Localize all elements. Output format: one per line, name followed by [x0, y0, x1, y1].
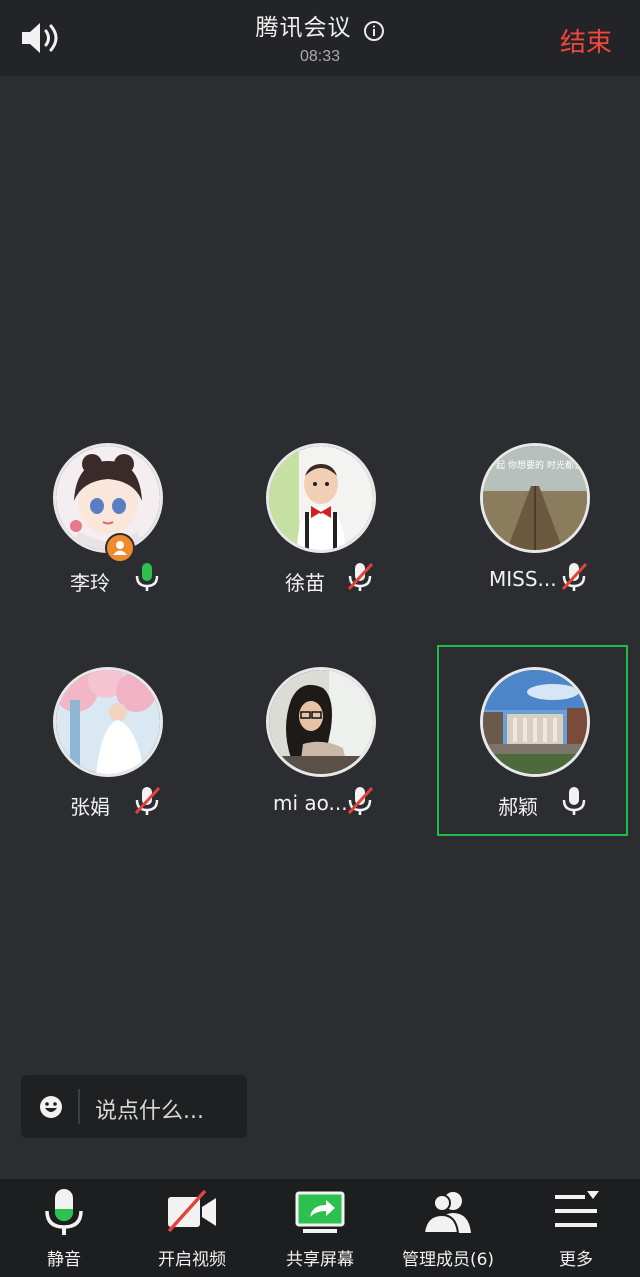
participant-name: mi ao... — [273, 791, 348, 815]
chat-placeholder: 说点什么... — [95, 1099, 204, 1124]
mic-muted-icon — [133, 785, 161, 817]
info-icon[interactable] — [363, 20, 385, 42]
mic-on-icon — [560, 785, 588, 817]
share-screen-label: 共享屏幕 — [286, 1250, 354, 1270]
members-icon — [423, 1192, 471, 1234]
share-screen-icon — [295, 1191, 345, 1233]
avatar — [53, 667, 163, 777]
avatar-caption: 我们一起 你想要的 时光都会给你 — [483, 459, 587, 471]
share-screen-button[interactable]: 共享屏幕 — [256, 1179, 384, 1277]
avatar — [480, 667, 590, 777]
manage-members-button[interactable]: 管理成员(6) — [384, 1179, 512, 1277]
more-button[interactable]: 更多 — [512, 1179, 640, 1277]
mic-muted-icon — [560, 561, 588, 593]
meeting-title-area: 腾讯会议 08:33 — [0, 8, 640, 66]
participant-tile[interactable]: mi ao... — [225, 667, 415, 857]
avatar — [266, 443, 376, 553]
participant-tile[interactable]: 徐苗 — [225, 443, 415, 633]
meeting-title: 腾讯会议 — [255, 15, 352, 41]
more-label: 更多 — [559, 1250, 593, 1270]
participant-name: 李玲 — [70, 571, 110, 595]
mute-label: 静音 — [47, 1250, 81, 1270]
participant-name: 徐苗 — [285, 571, 325, 595]
participant-name: MISS... — [489, 567, 557, 591]
mic-on-icon — [133, 561, 161, 593]
top-bar: 腾讯会议 08:33 结束 — [0, 0, 640, 76]
participant-tile[interactable]: 我们一起 你想要的 时光都会给你 MISS... — [439, 443, 629, 633]
mic-icon — [45, 1189, 83, 1235]
chat-input[interactable]: 说点什么... — [21, 1075, 247, 1138]
avatar — [266, 667, 376, 777]
video-off-icon — [167, 1189, 216, 1233]
emoji-icon[interactable] — [39, 1095, 63, 1119]
manage-members-label: 管理成员(6) — [401, 1250, 495, 1270]
divider — [78, 1089, 80, 1124]
meeting-duration: 08:33 — [299, 48, 341, 65]
mute-button[interactable]: 静音 — [0, 1179, 128, 1277]
more-icon — [555, 1191, 599, 1227]
participant-tile[interactable]: 李玲 — [12, 443, 202, 633]
host-badge-icon — [105, 533, 135, 563]
end-meeting-button[interactable]: 结束 — [560, 22, 612, 59]
participant-tile[interactable]: 张娟 — [12, 667, 202, 857]
avatar: 我们一起 你想要的 时光都会给你 — [480, 443, 590, 553]
mic-muted-icon — [346, 561, 374, 593]
mic-muted-icon — [346, 785, 374, 817]
participant-tile[interactable]: 郝颖 — [439, 667, 629, 857]
participant-name: 郝颖 — [498, 795, 538, 819]
start-video-button[interactable]: 开启视频 — [128, 1179, 256, 1277]
participant-name: 张娟 — [70, 795, 110, 819]
start-video-label: 开启视频 — [158, 1250, 226, 1270]
bottom-toolbar: 静音 开启视频 共享屏幕 管理成员(6) 更多 — [0, 1179, 640, 1277]
